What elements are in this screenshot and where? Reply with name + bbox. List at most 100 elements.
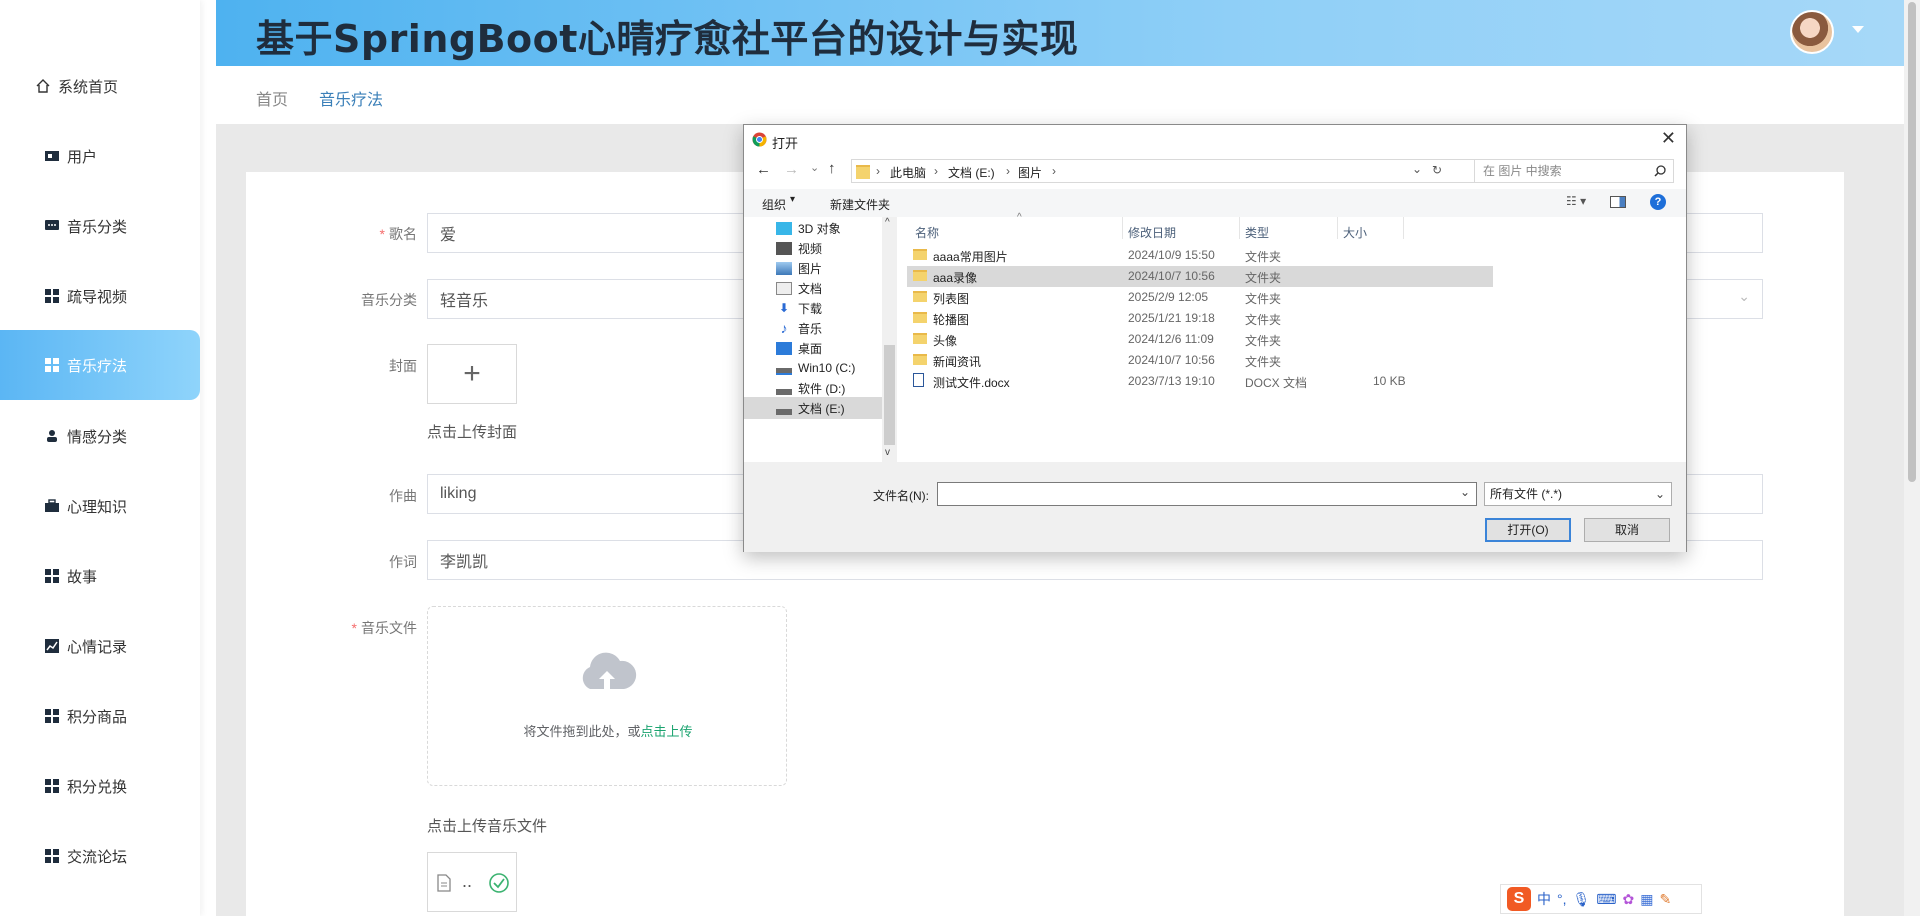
- cover-label: 封面: [389, 358, 417, 374]
- toolbox-icon[interactable]: ▦: [1640, 891, 1653, 908]
- sidebar-item-label: 疏导视频: [67, 288, 128, 306]
- avatar[interactable]: [1790, 10, 1834, 54]
- path-segment[interactable]: 文档 (E:): [948, 164, 995, 181]
- tree-item-desktop[interactable]: 桌面: [776, 337, 896, 359]
- page-scrollbar[interactable]: [1904, 0, 1920, 916]
- navigation-tree: 3D 对象 视频 图片 文档 ⬇ 下载 ♪ 音乐 桌面 Win10 (C:) 软件 …: [744, 217, 897, 462]
- preview-pane-icon[interactable]: [1610, 196, 1626, 208]
- help-icon[interactable]: ?: [1650, 194, 1666, 210]
- file-row[interactable]: 列表图 2025/2/9 12:05 文件夹: [907, 287, 1493, 308]
- sidebar-item-forum[interactable]: 交流论坛: [0, 821, 200, 891]
- tree-item-label: 文档: [798, 281, 823, 296]
- file-thumb-label: ..: [462, 871, 473, 891]
- path-segment[interactable]: 图片: [1018, 164, 1042, 181]
- microphone-icon[interactable]: 🎙: [1573, 891, 1591, 908]
- music-category-value: 轻音乐: [440, 293, 489, 310]
- sidebar-item-music-category[interactable]: 音乐分类: [0, 191, 200, 261]
- chevron-down-icon[interactable]: ⌄: [1460, 485, 1470, 499]
- file-row[interactable]: aaa录像 2024/10/7 10:56 文件夹: [907, 266, 1493, 287]
- chevron-down-icon[interactable]: ⌄: [1412, 162, 1422, 176]
- sidebar-item-mood-records[interactable]: 心情记录: [0, 611, 200, 681]
- up-arrow-icon[interactable]: ↑: [828, 160, 836, 177]
- file-list: ^ 名称 修改日期 类型 大小 aaaa常用图片 2024/10/9 15:50…: [897, 212, 1686, 462]
- tree-item-videos[interactable]: 视频: [776, 237, 896, 259]
- chevron-down-icon[interactable]: v: [885, 447, 890, 458]
- tree-item-pictures[interactable]: 图片: [776, 257, 896, 279]
- sidebar-item-home[interactable]: 系统首页: [0, 51, 200, 121]
- sidebar-item-label: 音乐疗法: [67, 357, 128, 375]
- tree-item-drive-c[interactable]: Win10 (C:): [776, 357, 896, 379]
- forward-arrow-icon[interactable]: →: [784, 161, 799, 178]
- new-folder-button[interactable]: 新建文件夹: [830, 196, 890, 213]
- file-modified: 2025/2/9 12:05: [1128, 290, 1209, 304]
- briefcase-icon: [43, 497, 61, 515]
- click-upload-link[interactable]: 点击上传: [641, 724, 693, 739]
- sidebar-item-videos[interactable]: 疏导视频: [0, 261, 200, 331]
- desktop-icon: [776, 341, 792, 355]
- more-icon[interactable]: ✎: [1659, 891, 1671, 908]
- chevron-down-icon: ⌄: [1738, 288, 1750, 304]
- tree-item-music[interactable]: ♪ 音乐: [776, 317, 896, 339]
- chevron-down-icon[interactable]: ⌄: [810, 161, 819, 174]
- sidebar-item-label: 交流论坛: [67, 848, 128, 866]
- search-icon[interactable]: [1654, 165, 1666, 177]
- file-row[interactable]: 新闻资讯 2024/10/7 10:56 文件夹: [907, 350, 1493, 371]
- breadcrumb-home[interactable]: 首页: [256, 86, 288, 110]
- sidebar-item-stories[interactable]: 故事: [0, 541, 200, 611]
- sidebar-item-psychology[interactable]: 心理知识: [0, 471, 200, 541]
- sidebar-item-points-goods[interactable]: 积分商品: [0, 681, 200, 751]
- address-bar[interactable]: › 此电脑 › 文档 (E:) › 图片 › ⌄ ↻: [851, 159, 1549, 183]
- sidebar-item-users[interactable]: 用户: [0, 121, 200, 191]
- sidebar-item-emotion-category[interactable]: 情感分类: [0, 401, 200, 471]
- filetype-select[interactable]: 所有文件 (*.*) ⌄: [1484, 482, 1672, 506]
- ime-punctuation-toggle[interactable]: °,: [1557, 891, 1567, 907]
- tree-item-drive-e[interactable]: 文档 (E:): [744, 397, 882, 419]
- uploaded-file-thumb[interactable]: ..: [427, 852, 517, 912]
- tree-scrollbar[interactable]: ^ v: [882, 217, 897, 462]
- tree-item-drive-d[interactable]: 软件 (D:): [776, 377, 896, 399]
- folder-icon: [913, 270, 927, 281]
- file-type: 文件夹: [1245, 355, 1282, 369]
- tree-scrollbar-thumb[interactable]: [884, 345, 895, 445]
- path-segment[interactable]: 此电脑: [890, 164, 926, 181]
- keyboard-icon[interactable]: ⌨: [1596, 891, 1616, 908]
- column-name[interactable]: 名称: [915, 224, 939, 241]
- ime-mode-toggle[interactable]: 中: [1537, 889, 1551, 909]
- sidebar-item-label: 系统首页: [58, 78, 119, 96]
- view-options-icon[interactable]: ☷ ▾: [1566, 194, 1586, 208]
- sidebar-item-label: 积分兑换: [67, 778, 128, 796]
- column-size[interactable]: 大小: [1343, 224, 1367, 241]
- column-type[interactable]: 类型: [1245, 224, 1269, 241]
- tree-item-3d-objects[interactable]: 3D 对象: [776, 217, 896, 239]
- filename-input[interactable]: ⌄: [937, 482, 1477, 506]
- dialog-titlebar: 打开 ✕: [744, 125, 1686, 155]
- chevron-down-icon[interactable]: [1852, 26, 1864, 33]
- dialog-search-input[interactable]: 在 图片 中搜索: [1474, 159, 1674, 183]
- sidebar-item-label: 心情记录: [67, 638, 128, 656]
- back-arrow-icon[interactable]: ←: [756, 161, 771, 178]
- file-row[interactable]: aaaa常用图片 2024/10/9 15:50 文件夹: [907, 245, 1493, 266]
- cancel-button[interactable]: 取消: [1584, 518, 1670, 542]
- file-row[interactable]: 轮播图 2025/1/21 19:18 文件夹: [907, 308, 1493, 329]
- file-name: 轮播图: [933, 313, 970, 327]
- cover-upload-button[interactable]: +: [427, 344, 517, 404]
- grid-icon: [43, 777, 61, 795]
- tree-item-downloads[interactable]: ⬇ 下载: [776, 297, 896, 319]
- refresh-icon[interactable]: ↻: [1432, 163, 1442, 177]
- sogou-logo-icon[interactable]: S: [1507, 887, 1531, 911]
- sidebar-item-music-therapy[interactable]: 音乐疗法: [0, 330, 200, 400]
- file-type: 文件夹: [1245, 313, 1282, 327]
- organize-menu[interactable]: 组织: [762, 196, 786, 213]
- music-file-dropzone[interactable]: 将文件拖到此处，或点击上传: [427, 606, 787, 786]
- sidebar-item-points-exchange[interactable]: 积分兑换: [0, 751, 200, 821]
- tree-item-documents[interactable]: 文档: [776, 277, 896, 299]
- skin-icon[interactable]: ✿: [1623, 891, 1635, 908]
- close-icon[interactable]: ✕: [1661, 128, 1676, 149]
- open-button[interactable]: 打开(O): [1485, 518, 1571, 542]
- column-modified[interactable]: 修改日期: [1128, 224, 1176, 241]
- scrollbar-thumb[interactable]: [1908, 2, 1916, 482]
- chevron-up-icon[interactable]: ^: [885, 217, 890, 228]
- file-row[interactable]: 头像 2024/12/6 11:09 文件夹: [907, 329, 1493, 350]
- documents-icon: [776, 281, 792, 295]
- file-row[interactable]: 测试文件.docx 2023/7/13 19:10 DOCX 文档 10 KB: [907, 371, 1493, 392]
